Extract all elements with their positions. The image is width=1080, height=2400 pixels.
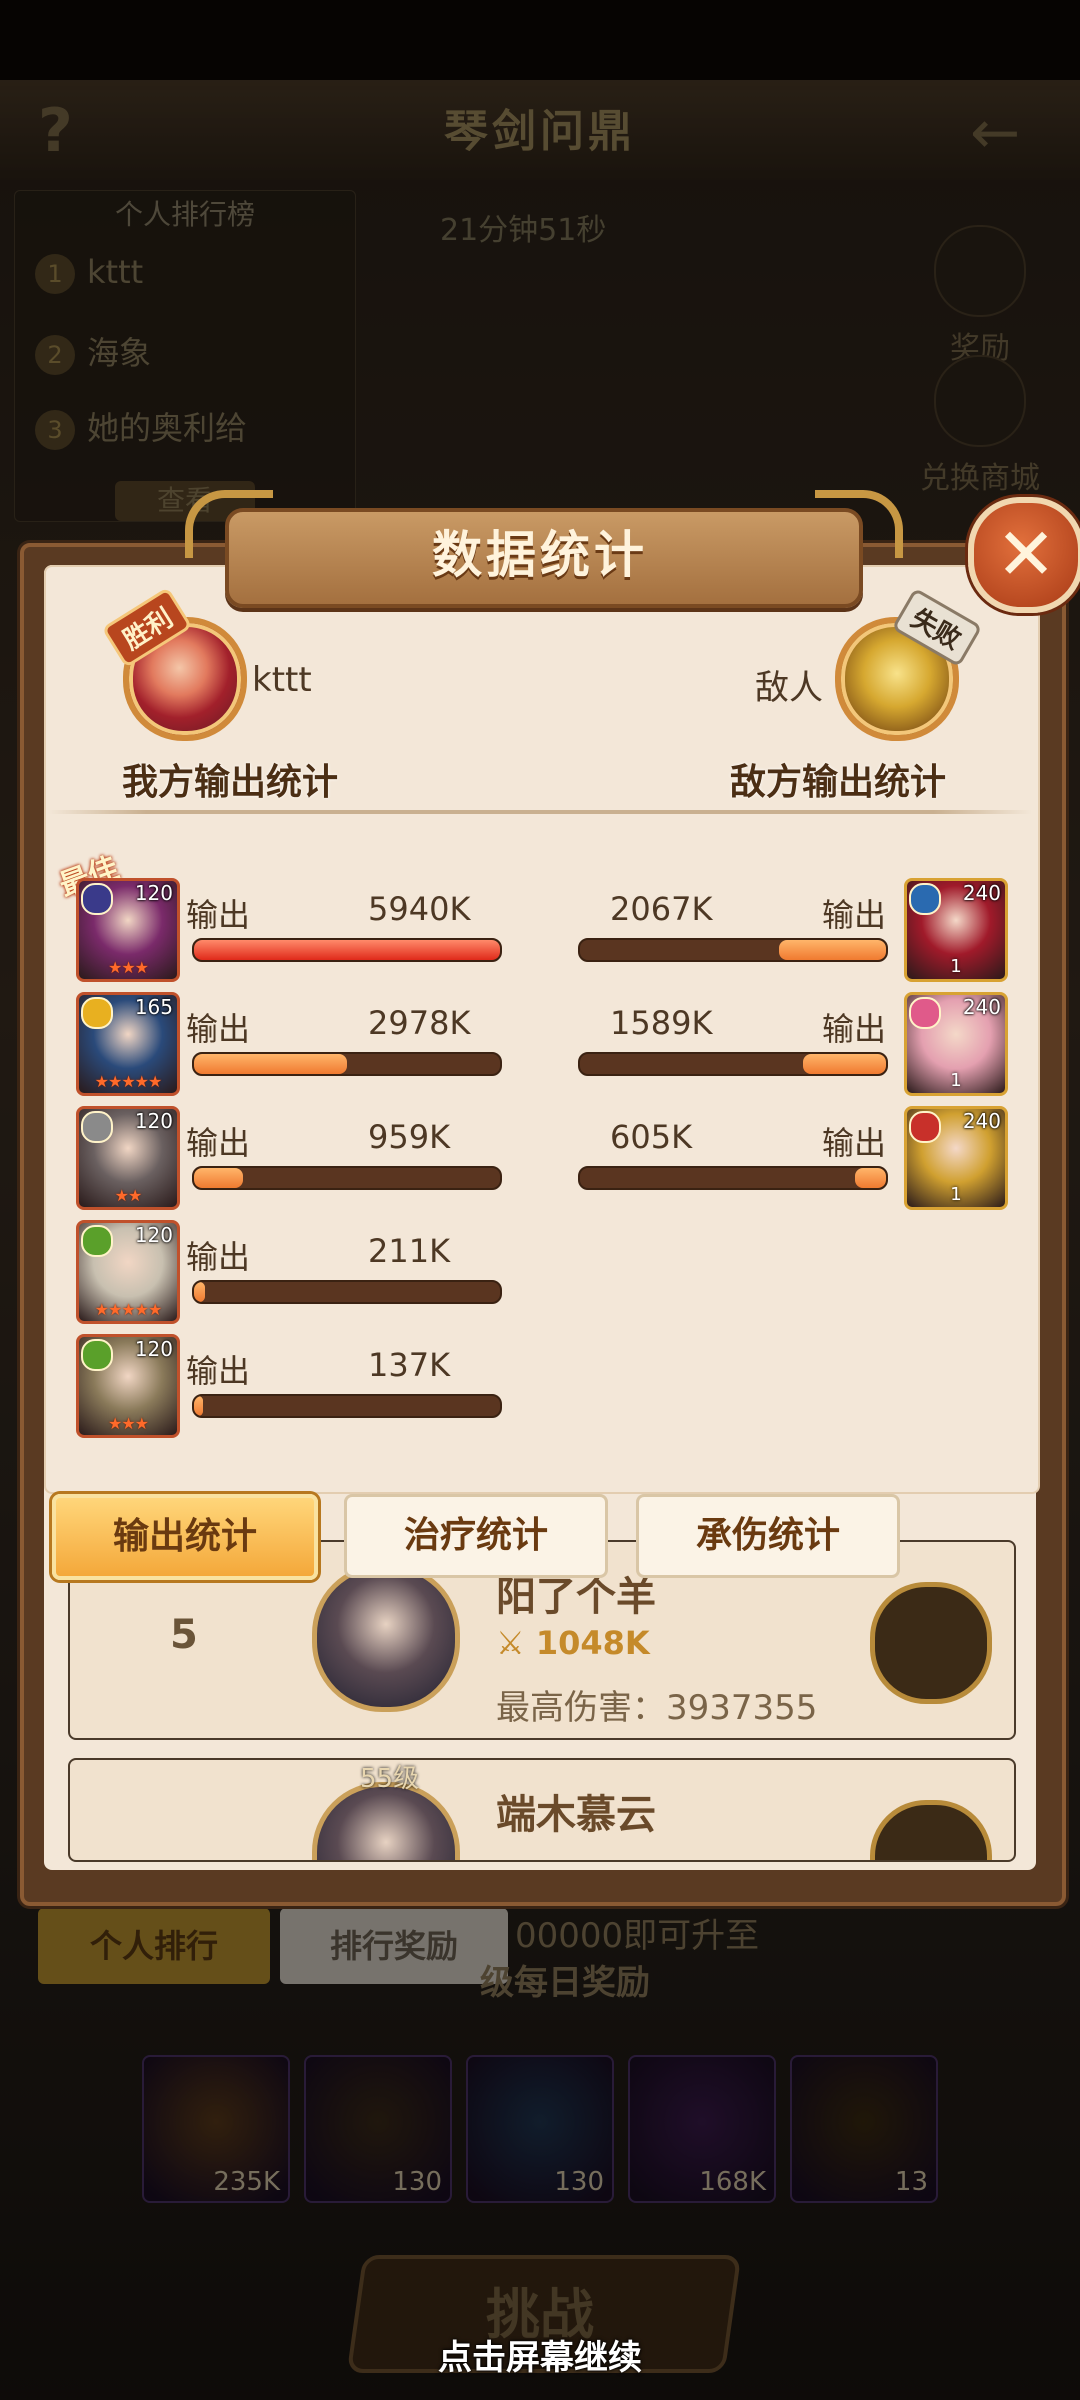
header-divider — [48, 810, 1032, 814]
damage-bar — [192, 1052, 502, 1076]
damage-label: 输出 — [186, 1352, 251, 1390]
tab-damage-stats[interactable]: 输出统计 — [52, 1494, 318, 1580]
ally-hero-portrait: 165 ★★★★★ — [76, 992, 180, 1096]
damage-bar-fill — [194, 940, 500, 960]
damage-bar-fill — [855, 1168, 886, 1188]
hero-level: 240 — [962, 881, 1001, 905]
element-icon — [81, 1225, 113, 1257]
damage-bar — [578, 1166, 888, 1190]
damage-label: 输出 — [186, 896, 251, 934]
damage-bar — [578, 1052, 888, 1076]
damage-label: 输出 — [822, 1124, 887, 1162]
enemy-hero-portrait: 240 1 — [904, 878, 1008, 982]
damage-bar-fill — [194, 1054, 347, 1074]
damage-value: 2067K — [610, 890, 713, 928]
damage-label: 输出 — [186, 1124, 251, 1162]
tap-to-continue: 点击屏幕继续 — [438, 2338, 642, 2378]
hero-rank: 1 — [950, 956, 962, 977]
hero-stars: ★★★★★ — [94, 1072, 163, 1091]
tab-healing-stats[interactable]: 治疗统计 — [344, 1494, 608, 1578]
hero-level: 165 — [134, 995, 173, 1019]
damage-value: 211K — [368, 1232, 451, 1270]
damage-value: 137K — [368, 1346, 451, 1384]
hero-stars: ★★★★★ — [94, 1300, 163, 1319]
rank-number: 5 — [170, 1612, 198, 1658]
damage-bar — [192, 1280, 502, 1304]
player-name-left: kttt — [252, 660, 312, 700]
power-value: 1048K — [535, 1624, 650, 1662]
element-icon — [81, 997, 113, 1029]
ally-damage-label: 我方输出统计 — [122, 762, 339, 803]
damage-value: 2978K — [368, 1004, 471, 1042]
enemy-damage-label: 敌方输出统计 — [730, 762, 947, 803]
element-icon — [81, 883, 113, 915]
element-icon — [909, 883, 941, 915]
damage-bar-fill — [194, 1282, 205, 1302]
damage-value: 5940K — [368, 890, 471, 928]
damage-label: 输出 — [822, 1010, 887, 1048]
hero-stars: ★★ — [114, 1186, 143, 1205]
ally-hero-portrait: 120 ★★★★★ — [76, 1220, 180, 1324]
hero-level: 120 — [134, 1223, 173, 1247]
hero-rank: 1 — [950, 1184, 962, 1205]
hero-level: 120 — [134, 881, 173, 905]
hero-stars: ★★★ — [107, 958, 149, 977]
element-icon — [81, 1111, 113, 1143]
damage-value: 959K — [368, 1118, 451, 1156]
hero-stars: ★★★ — [107, 1414, 149, 1433]
element-icon — [909, 1111, 941, 1143]
player-avatar — [312, 1564, 460, 1712]
hero-rank: 1 — [950, 1070, 962, 1091]
damage-bar — [192, 938, 502, 962]
damage-value: 1589K — [610, 1004, 713, 1042]
battle-record-icon[interactable] — [870, 1582, 992, 1704]
ally-hero-portrait: 120 ★★★ — [76, 878, 180, 982]
hero-level: 240 — [962, 995, 1001, 1019]
close-button[interactable]: ✕ — [968, 497, 1080, 613]
rank-list-item[interactable]: 55级 端木慕云 — [68, 1758, 1016, 1862]
player-level: 55级 — [360, 1764, 420, 1794]
dialog-title: 数据统计 — [432, 526, 648, 584]
damage-bar-fill — [194, 1168, 243, 1188]
enemy-hero-portrait: 240 1 — [904, 992, 1008, 1096]
player-power: ⚔ 1048K — [496, 1624, 650, 1662]
max-damage: 最高伤害：3937355 — [496, 1688, 818, 1728]
ally-hero-portrait: 120 ★★ — [76, 1106, 180, 1210]
player-name: 端木慕云 — [496, 1792, 656, 1838]
damage-bar — [192, 1166, 502, 1190]
battle-record-icon[interactable] — [870, 1800, 992, 1860]
damage-bar-fill — [194, 1396, 204, 1416]
damage-bar — [192, 1394, 502, 1418]
close-icon: ✕ — [995, 512, 1057, 596]
damage-bar-fill — [778, 940, 886, 960]
hero-level: 240 — [962, 1109, 1001, 1133]
tab-damage-taken-stats[interactable]: 承伤统计 — [636, 1494, 900, 1578]
enemy-hero-portrait: 240 1 — [904, 1106, 1008, 1210]
damage-value: 605K — [610, 1118, 693, 1156]
element-icon — [909, 997, 941, 1029]
hero-level: 120 — [134, 1337, 173, 1361]
damage-label: 输出 — [186, 1010, 251, 1048]
damage-bar-fill — [803, 1054, 886, 1074]
ally-hero-portrait: 120 ★★★ — [76, 1334, 180, 1438]
element-icon — [81, 1339, 113, 1371]
game-screen[interactable]: ? 琴剑问鼎 ← 21分钟51秒 个人排行榜 1 kttt 2 海象 3 她的奥利给 … — [0, 0, 1080, 2400]
damage-bar — [578, 938, 888, 962]
hero-level: 120 — [134, 1109, 173, 1133]
damage-label: 输出 — [186, 1238, 251, 1276]
damage-label: 输出 — [822, 896, 887, 934]
player-name-right: 敌人 — [755, 668, 823, 708]
